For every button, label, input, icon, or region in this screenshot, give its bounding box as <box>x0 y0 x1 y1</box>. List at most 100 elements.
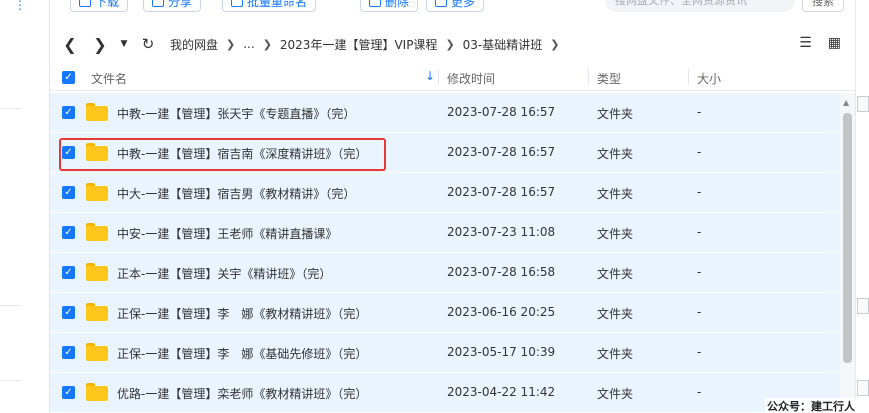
file-name[interactable]: 中教-一建【管理】宿吉南《深度精讲班》（完） <box>117 145 367 162</box>
grid-view-icon[interactable]: ▦ <box>828 35 841 51</box>
folder-icon <box>86 183 108 201</box>
folder-icon <box>86 263 108 281</box>
header-name[interactable]: 文件名 <box>91 70 127 87</box>
row-checkbox[interactable]: ✓ <box>62 386 75 399</box>
sort-list-icon[interactable]: ☰ <box>799 35 812 51</box>
file-size: - <box>697 225 702 239</box>
breadcrumb: 我的网盘 ❯ ... ❯ 2023年一建【管理】VIP课程 ❯ 03-基础精讲班… <box>170 36 567 53</box>
file-size: - <box>697 385 702 399</box>
refresh-icon[interactable]: ↻ <box>140 35 156 53</box>
breadcrumb-chevron-icon: ❯ <box>445 37 455 51</box>
download-label: 下载 <box>95 0 120 9</box>
file-type: 文件夹 <box>597 387 634 401</box>
table-row[interactable]: ✓ 优路-一建【管理】栾老师《教材精讲班》（完） 2023-04-22 11:4… <box>50 373 840 413</box>
file-name[interactable]: 正本-一建【管理】关宇《精讲班》（完） <box>117 265 331 282</box>
view-controls: ☰ ▦ <box>799 35 841 51</box>
left-sidebar: ⋮ <box>0 0 50 413</box>
row-checkbox[interactable]: ✓ <box>62 346 75 359</box>
row-checkbox[interactable]: ✓ <box>62 306 75 319</box>
navigation-bar: ❮ ❯ ▼ ↻ 我的网盘 ❯ ... ❯ 2023年一建【管理】VIP课程 ❯ … <box>50 28 855 60</box>
header-modified-time[interactable]: 修改时间 <box>447 70 495 87</box>
share-button[interactable]: 分享 <box>143 0 202 12</box>
sidebar-divider <box>0 108 22 109</box>
more-dots-icon[interactable]: ⋮ <box>14 0 26 11</box>
sort-arrow-icon[interactable]: ↓ <box>425 69 435 83</box>
breadcrumb-chevron-icon: ❯ <box>262 37 272 51</box>
modified-time: 2023-07-28 16:58 <box>447 265 556 279</box>
breadcrumb-item[interactable]: 2023年一建【管理】VIP课程 <box>280 36 438 53</box>
right-edge-panel <box>855 0 869 413</box>
file-type: 文件夹 <box>597 267 634 281</box>
row-checkbox[interactable]: ✓ <box>62 226 75 239</box>
file-name[interactable]: 中安-一建【管理】王老师《精讲直播课》 <box>117 225 337 242</box>
delete-label: 删除 <box>385 0 410 9</box>
more-label: 更多 <box>451 0 476 9</box>
table-row[interactable]: ✓ 正保-一建【管理】李 娜《教材精讲班》（完） 2023-06-16 20:2… <box>50 293 840 333</box>
batch-rename-button[interactable]: 批量重命名 <box>222 0 317 12</box>
breadcrumb-item[interactable]: 03-基础精讲班 <box>463 36 543 53</box>
back-arrow-icon[interactable]: ❮ <box>62 35 78 54</box>
download-button[interactable]: 下载 <box>70 0 129 12</box>
file-name[interactable]: 中教-一建【管理】张天宇《专题直播》（完） <box>117 105 355 122</box>
trash-icon <box>369 0 381 7</box>
modified-time: 2023-06-16 20:25 <box>447 305 556 319</box>
forward-arrow-icon[interactable]: ❯ <box>92 35 108 54</box>
header-type[interactable]: 类型 <box>597 70 621 87</box>
file-name[interactable]: 正保-一建【管理】李 娜《基础先修班》（完） <box>117 345 367 362</box>
column-resize-handle[interactable] <box>438 69 439 85</box>
breadcrumb-item[interactable]: ... <box>243 37 254 51</box>
modified-time: 2023-07-23 11:08 <box>447 225 556 239</box>
column-resize-handle[interactable] <box>588 69 589 85</box>
table-row[interactable]: ✓ 正保-一建【管理】李 娜《基础先修班》（完） 2023-05-17 10:3… <box>50 333 840 373</box>
row-checkbox[interactable]: ✓ <box>62 186 75 199</box>
file-manager-window: ⋮ 下载 分享 批量重命名 删除 更多 搜网盘文件、全网资源资讯 搜索 ❮ ❯ … <box>0 0 869 413</box>
file-size: - <box>697 105 702 119</box>
panel-handle[interactable] <box>857 298 869 314</box>
column-resize-handle[interactable] <box>688 69 689 85</box>
panel-handle[interactable] <box>857 96 869 112</box>
row-checkbox[interactable]: ✓ <box>62 106 75 119</box>
file-size: - <box>697 305 702 319</box>
folder-icon <box>86 383 108 401</box>
row-checkbox[interactable]: ✓ <box>62 146 75 159</box>
history-dropdown-icon[interactable]: ▼ <box>116 39 132 49</box>
vertical-scrollbar[interactable]: ▲ <box>840 93 855 413</box>
folder-icon <box>86 143 108 161</box>
file-list: ✓ 中教-一建【管理】张天宇《专题直播》（完） 2023-07-28 16:57… <box>50 93 840 413</box>
header-size[interactable]: 大小 <box>697 70 721 87</box>
delete-button[interactable]: 删除 <box>360 0 419 12</box>
table-row[interactable]: ✓ 正本-一建【管理】关宇《精讲班》（完） 2023-07-28 16:58 文… <box>50 253 840 293</box>
main-panel: 下载 分享 批量重命名 删除 更多 搜网盘文件、全网资源资讯 搜索 ❮ ❯ ▼ … <box>50 0 855 413</box>
breadcrumb-chevron-icon: ❯ <box>550 37 560 51</box>
toolbar: 下载 分享 批量重命名 删除 更多 搜网盘文件、全网资源资讯 搜索 <box>50 0 855 20</box>
folder-icon <box>86 343 108 361</box>
table-row[interactable]: ✓ 中大-一建【管理】宿吉男《教材精讲》（完） 2023-07-28 16:57… <box>50 173 840 213</box>
modified-time: 2023-07-28 16:57 <box>447 145 556 159</box>
rename-icon <box>231 0 243 7</box>
download-icon <box>79 0 91 7</box>
table-header: ✓ 文件名 ↓ 修改时间 类型 大小 <box>50 63 855 91</box>
breadcrumb-item[interactable]: 我的网盘 <box>170 36 218 53</box>
file-name[interactable]: 正保-一建【管理】李 娜《教材精讲班》（完） <box>117 305 367 322</box>
select-all-checkbox[interactable]: ✓ <box>62 71 75 84</box>
table-row[interactable]: ✓ 中安-一建【管理】王老师《精讲直播课》 2023-07-23 11:08 文… <box>50 213 840 253</box>
more-button[interactable]: 更多 <box>426 0 485 12</box>
table-row[interactable]: ✓ 中教-一建【管理】宿吉南《深度精讲班》（完） 2023-07-28 16:5… <box>50 133 840 173</box>
share-icon <box>152 0 164 7</box>
panel-handle[interactable] <box>857 380 869 396</box>
file-size: - <box>697 185 702 199</box>
search-button[interactable]: 搜索 <box>802 0 844 12</box>
more-icon <box>435 0 447 7</box>
row-checkbox[interactable]: ✓ <box>62 266 75 279</box>
file-type: 文件夹 <box>597 307 634 321</box>
scroll-up-arrow-icon[interactable]: ▲ <box>843 98 849 107</box>
modified-time: 2023-07-28 16:57 <box>447 185 556 199</box>
batch-rename-label: 批量重命名 <box>247 0 308 9</box>
file-type: 文件夹 <box>597 227 634 241</box>
file-size: - <box>697 145 702 159</box>
file-name[interactable]: 中大-一建【管理】宿吉男《教材精讲》（完） <box>117 185 355 202</box>
file-name[interactable]: 优路-一建【管理】栾老师《教材精讲班》（完） <box>117 385 367 402</box>
search-input[interactable]: 搜网盘文件、全网资源资讯 <box>605 0 795 12</box>
scrollbar-thumb[interactable] <box>843 113 852 363</box>
table-row[interactable]: ✓ 中教-一建【管理】张天宇《专题直播》（完） 2023-07-28 16:57… <box>50 93 840 133</box>
